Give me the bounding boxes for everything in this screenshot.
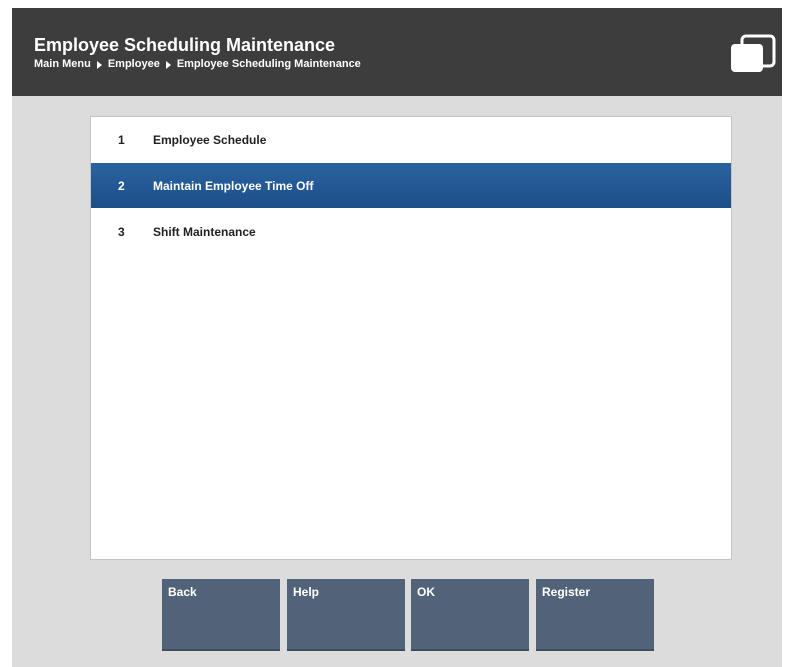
breadcrumb-item-current: Employee Scheduling Maintenance bbox=[176, 58, 361, 70]
menu-item-label: Employee Schedule bbox=[153, 132, 267, 147]
menu-item-number: 2 bbox=[118, 178, 125, 193]
menu-item-number: 1 bbox=[118, 132, 125, 147]
breadcrumb-item-main-menu: Main Menu bbox=[34, 58, 91, 70]
header-bar: Employee Scheduling Maintenance Main Men… bbox=[12, 8, 782, 96]
page-title: Employee Scheduling Maintenance bbox=[34, 35, 336, 55]
breadcrumb-separator-icon bbox=[96, 60, 102, 69]
windows-stack-icon[interactable] bbox=[728, 34, 778, 74]
menu-item-maintain-employee-time-off[interactable]: 2 Maintain Employee Time Off bbox=[91, 163, 731, 208]
menu-item-employee-schedule[interactable]: 1 Employee Schedule bbox=[91, 117, 731, 162]
menu-item-label: Shift Maintenance bbox=[153, 224, 256, 239]
help-button[interactable]: Help bbox=[287, 579, 405, 651]
menu-item-label: Maintain Employee Time Off bbox=[153, 178, 314, 193]
menu-item-number: 3 bbox=[118, 224, 125, 239]
back-button[interactable]: Back bbox=[162, 579, 280, 651]
menu-item-shift-maintenance[interactable]: 3 Shift Maintenance bbox=[91, 209, 731, 254]
app-frame: Employee Scheduling Maintenance Main Men… bbox=[12, 8, 782, 667]
menu-list: 1 Employee Schedule 2 Maintain Employee … bbox=[90, 116, 732, 560]
breadcrumb-separator-icon bbox=[165, 60, 171, 69]
breadcrumb-item-employee: Employee bbox=[107, 58, 160, 70]
register-button[interactable]: Register bbox=[536, 579, 654, 651]
breadcrumb: Main Menu Employee Employee Scheduling M… bbox=[34, 58, 361, 71]
ok-button[interactable]: OK bbox=[411, 579, 529, 651]
